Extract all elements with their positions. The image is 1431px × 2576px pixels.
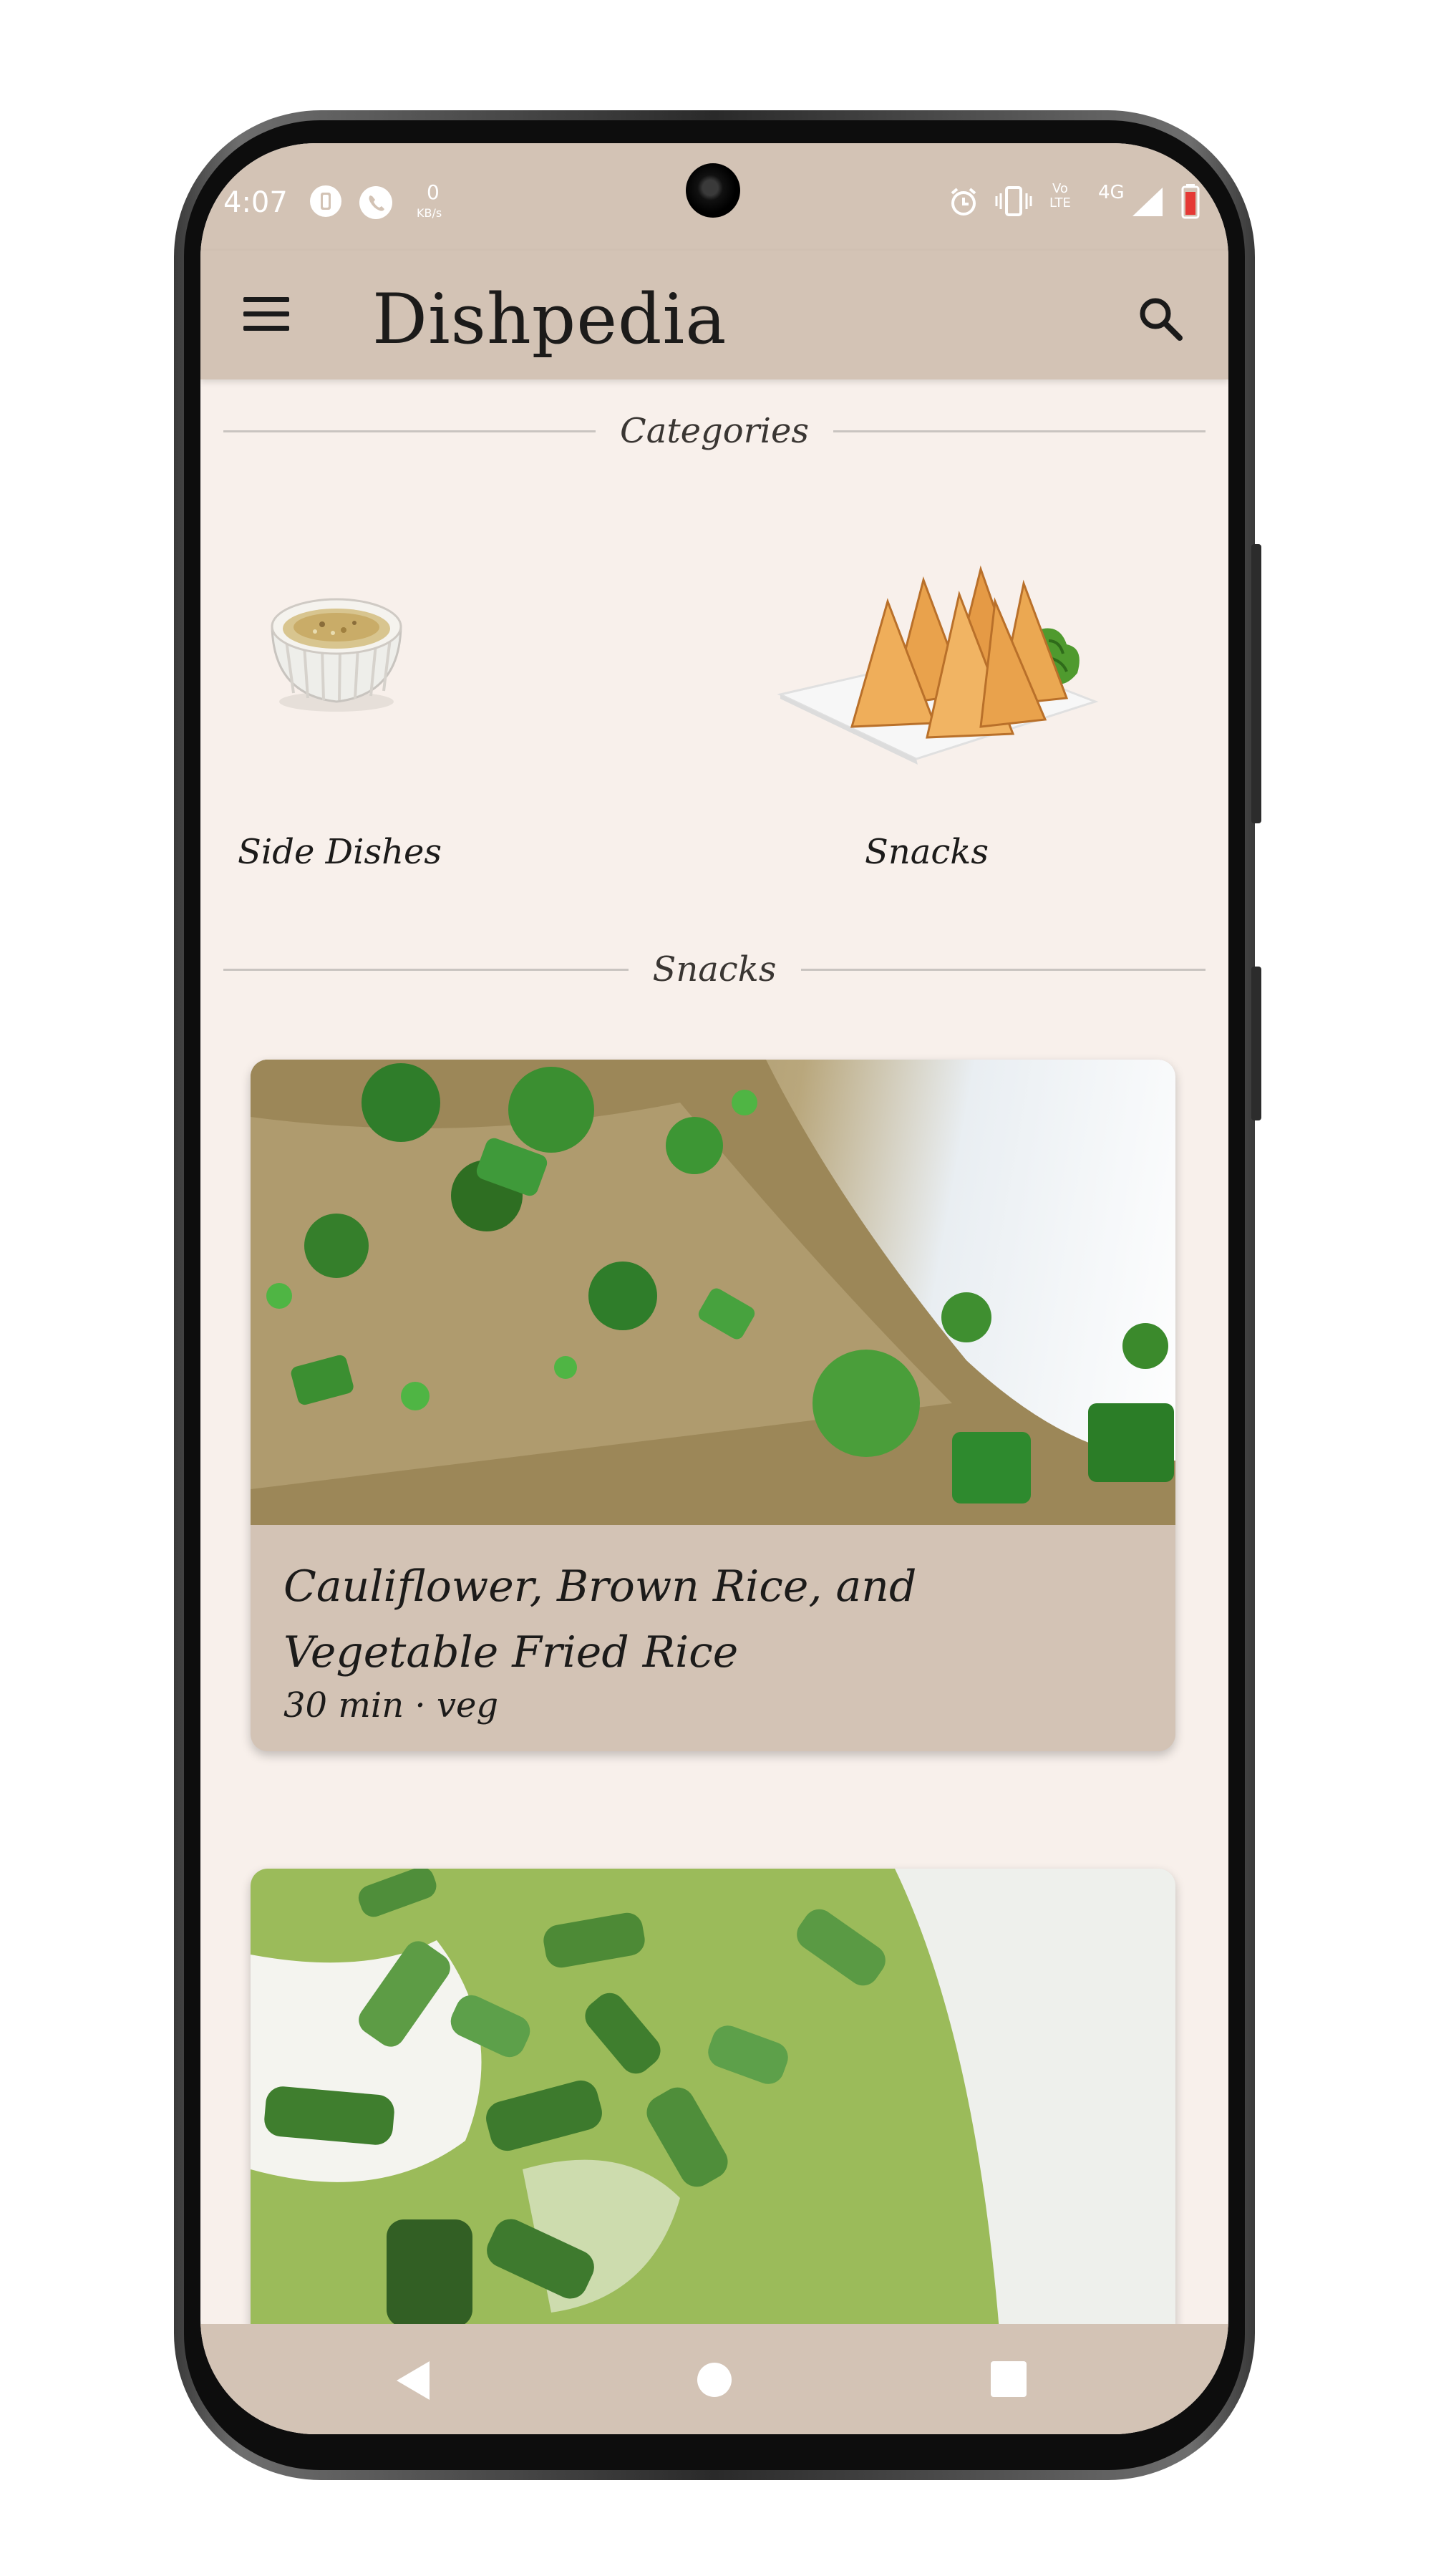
bowl-of-side-dish-image [271, 598, 402, 712]
menu-line [243, 326, 289, 331]
network-type: 4G [1098, 182, 1125, 203]
vibrate-icon [995, 186, 1032, 216]
recipe-card[interactable]: Cauliflower, Brown Rice, and Vegetable F… [251, 1060, 1175, 1751]
category-label: Snacks [865, 832, 989, 872]
notification-icon [310, 185, 341, 217]
data-rate-value: 0 [427, 180, 440, 204]
volte-bottom: LTE [1049, 195, 1071, 210]
data-rate-unit: KB/s [417, 206, 442, 220]
snacks-heading: Snacks [652, 949, 777, 989]
phone-screen: 4:07 0 KB/s Vo LTE 4G Dishpedia Categori… [200, 143, 1228, 2434]
volte-top: Vo [1052, 181, 1068, 196]
front-camera [686, 163, 740, 218]
signal-icon [1132, 188, 1163, 216]
status-bar: 4:07 0 KB/s Vo LTE 4G [200, 143, 1228, 251]
recipe-title: Cauliflower, Brown Rice, and Vegetable F… [283, 1561, 917, 1677]
recents-square-icon[interactable] [989, 2360, 1028, 2398]
volume-button [1251, 544, 1261, 823]
battery-low-icon [1181, 184, 1200, 219]
recipe-card[interactable] [251, 1869, 1175, 2370]
menu-line [243, 297, 289, 302]
hamburger-menu-icon[interactable] [243, 297, 289, 331]
app-title: Dishpedia [372, 279, 727, 359]
categories-heading: Categories [620, 411, 809, 451]
green-soup-illustration [251, 1869, 1175, 2370]
volte-label: Vo LTE [1049, 182, 1071, 210]
samosa-plate-image [777, 565, 1099, 765]
divider-line [833, 430, 1206, 432]
fried-rice-photo [251, 1060, 1175, 1525]
categories-divider: Categories [223, 410, 1206, 452]
status-time: 4:07 [223, 186, 288, 219]
whatsapp-icon [359, 186, 392, 219]
alarm-icon [951, 188, 976, 216]
back-triangle-icon[interactable] [394, 2360, 432, 2401]
category-snacks[interactable]: Snacks [752, 544, 1124, 888]
category-label: Side Dishes [238, 832, 442, 872]
recipe-meta: 30 min · veg [283, 1685, 499, 1725]
search-icon[interactable] [1135, 294, 1185, 344]
category-side-dishes[interactable]: Side Dishes [229, 558, 444, 888]
fried-rice-illustration [251, 1060, 1175, 1525]
divider-line [223, 968, 629, 971]
app-bar: Dishpedia [200, 251, 1228, 379]
divider-line [800, 968, 1206, 971]
home-circle-icon[interactable] [694, 2360, 734, 2400]
divider-line [223, 430, 596, 432]
green-soup-photo [251, 1869, 1175, 2370]
snacks-divider: Snacks [223, 948, 1206, 991]
power-button [1251, 967, 1261, 1120]
system-nav-bar [200, 2324, 1228, 2434]
menu-line [243, 311, 289, 316]
